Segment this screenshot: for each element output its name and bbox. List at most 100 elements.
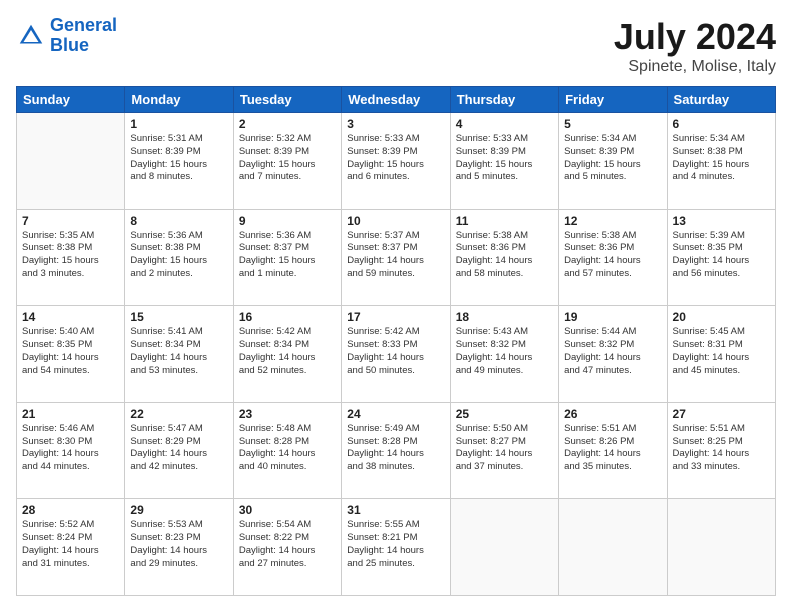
calendar-cell: 20 Sunrise: 5:45 AM Sunset: 8:31 PM Dayli…	[667, 306, 775, 403]
week-row-0: 1 Sunrise: 5:31 AM Sunset: 8:39 PM Daylig…	[17, 113, 776, 210]
calendar-cell: 14 Sunrise: 5:40 AM Sunset: 8:35 PM Dayli…	[17, 306, 125, 403]
calendar-cell: 30 Sunrise: 5:54 AM Sunset: 8:22 PM Dayli…	[233, 499, 341, 596]
day-info: Sunrise: 5:37 AM Sunset: 8:37 PM Dayligh…	[347, 230, 444, 281]
weekday-monday: Monday	[125, 87, 233, 113]
day-number: 25	[456, 407, 553, 421]
day-info: Sunrise: 5:34 AM Sunset: 8:39 PM Dayligh…	[564, 133, 661, 184]
day-info: Sunrise: 5:31 AM Sunset: 8:39 PM Dayligh…	[130, 133, 227, 184]
calendar-cell: 18 Sunrise: 5:43 AM Sunset: 8:32 PM Dayli…	[450, 306, 558, 403]
day-info: Sunrise: 5:45 AM Sunset: 8:31 PM Dayligh…	[673, 326, 770, 377]
day-number: 10	[347, 214, 444, 228]
day-number: 16	[239, 310, 336, 324]
day-number: 5	[564, 117, 661, 131]
day-info: Sunrise: 5:32 AM Sunset: 8:39 PM Dayligh…	[239, 133, 336, 184]
calendar-cell: 31 Sunrise: 5:55 AM Sunset: 8:21 PM Dayli…	[342, 499, 450, 596]
logo-icon	[16, 21, 46, 51]
calendar-cell: 10 Sunrise: 5:37 AM Sunset: 8:37 PM Dayli…	[342, 209, 450, 306]
week-row-1: 7 Sunrise: 5:35 AM Sunset: 8:38 PM Daylig…	[17, 209, 776, 306]
day-info: Sunrise: 5:54 AM Sunset: 8:22 PM Dayligh…	[239, 519, 336, 570]
title-block: July 2024 Spinete, Molise, Italy	[614, 16, 776, 76]
day-info: Sunrise: 5:36 AM Sunset: 8:38 PM Dayligh…	[130, 230, 227, 281]
location: Spinete, Molise, Italy	[614, 58, 776, 76]
calendar-body: 1 Sunrise: 5:31 AM Sunset: 8:39 PM Daylig…	[17, 113, 776, 596]
day-number: 1	[130, 117, 227, 131]
weekday-thursday: Thursday	[450, 87, 558, 113]
weekday-friday: Friday	[559, 87, 667, 113]
calendar-cell: 13Sunrise: 5:39 AM Sunset: 8:35 PM Dayli…	[667, 209, 775, 306]
calendar-cell	[559, 499, 667, 596]
calendar-cell: 21Sunrise: 5:46 AM Sunset: 8:30 PM Dayli…	[17, 402, 125, 499]
calendar-cell: 25 Sunrise: 5:50 AM Sunset: 8:27 PM Dayli…	[450, 402, 558, 499]
day-info: Sunrise: 5:47 AM Sunset: 8:29 PM Dayligh…	[130, 423, 227, 474]
day-number: 24	[347, 407, 444, 421]
calendar-cell: 12Sunrise: 5:38 AM Sunset: 8:36 PM Dayli…	[559, 209, 667, 306]
weekday-wednesday: Wednesday	[342, 87, 450, 113]
day-number: 11	[456, 214, 553, 228]
day-number: 9	[239, 214, 336, 228]
logo-text: General Blue	[50, 16, 117, 56]
day-info: Sunrise: 5:49 AM Sunset: 8:28 PM Dayligh…	[347, 423, 444, 474]
calendar-cell: 7 Sunrise: 5:35 AM Sunset: 8:38 PM Daylig…	[17, 209, 125, 306]
day-info: Sunrise: 5:39 AM Sunset: 8:35 PM Dayligh…	[673, 230, 770, 281]
day-info: Sunrise: 5:36 AM Sunset: 8:37 PM Dayligh…	[239, 230, 336, 281]
day-number: 21	[22, 407, 119, 421]
day-number: 23	[239, 407, 336, 421]
day-info: Sunrise: 5:55 AM Sunset: 8:21 PM Dayligh…	[347, 519, 444, 570]
week-row-2: 14 Sunrise: 5:40 AM Sunset: 8:35 PM Dayli…	[17, 306, 776, 403]
calendar-cell	[667, 499, 775, 596]
weekday-sunday: Sunday	[17, 87, 125, 113]
day-number: 6	[673, 117, 770, 131]
day-number: 14	[22, 310, 119, 324]
day-number: 31	[347, 503, 444, 517]
calendar-cell: 19Sunrise: 5:44 AM Sunset: 8:32 PM Dayli…	[559, 306, 667, 403]
calendar-cell: 24 Sunrise: 5:49 AM Sunset: 8:28 PM Dayli…	[342, 402, 450, 499]
calendar-cell: 8 Sunrise: 5:36 AM Sunset: 8:38 PM Daylig…	[125, 209, 233, 306]
day-info: Sunrise: 5:42 AM Sunset: 8:34 PM Dayligh…	[239, 326, 336, 377]
day-number: 18	[456, 310, 553, 324]
day-number: 27	[673, 407, 770, 421]
calendar-cell	[17, 113, 125, 210]
day-info: Sunrise: 5:51 AM Sunset: 8:26 PM Dayligh…	[564, 423, 661, 474]
month-title: July 2024	[614, 16, 776, 58]
day-number: 2	[239, 117, 336, 131]
day-number: 7	[22, 214, 119, 228]
day-info: Sunrise: 5:52 AM Sunset: 8:24 PM Dayligh…	[22, 519, 119, 570]
calendar-cell: 15Sunrise: 5:41 AM Sunset: 8:34 PM Dayli…	[125, 306, 233, 403]
calendar-cell: 4Sunrise: 5:33 AM Sunset: 8:39 PM Daylig…	[450, 113, 558, 210]
day-info: Sunrise: 5:51 AM Sunset: 8:25 PM Dayligh…	[673, 423, 770, 474]
day-info: Sunrise: 5:33 AM Sunset: 8:39 PM Dayligh…	[347, 133, 444, 184]
day-number: 30	[239, 503, 336, 517]
logo-general: General	[50, 15, 117, 35]
day-info: Sunrise: 5:40 AM Sunset: 8:35 PM Dayligh…	[22, 326, 119, 377]
day-info: Sunrise: 5:42 AM Sunset: 8:33 PM Dayligh…	[347, 326, 444, 377]
calendar-cell: 9 Sunrise: 5:36 AM Sunset: 8:37 PM Daylig…	[233, 209, 341, 306]
day-info: Sunrise: 5:53 AM Sunset: 8:23 PM Dayligh…	[130, 519, 227, 570]
week-row-4: 28 Sunrise: 5:52 AM Sunset: 8:24 PM Dayli…	[17, 499, 776, 596]
day-number: 20	[673, 310, 770, 324]
day-info: Sunrise: 5:44 AM Sunset: 8:32 PM Dayligh…	[564, 326, 661, 377]
calendar-cell: 23 Sunrise: 5:48 AM Sunset: 8:28 PM Dayli…	[233, 402, 341, 499]
weekday-header-row: SundayMondayTuesdayWednesdayThursdayFrid…	[17, 87, 776, 113]
calendar-cell: 29 Sunrise: 5:53 AM Sunset: 8:23 PM Dayli…	[125, 499, 233, 596]
calendar-cell: 26Sunrise: 5:51 AM Sunset: 8:26 PM Dayli…	[559, 402, 667, 499]
day-info: Sunrise: 5:35 AM Sunset: 8:38 PM Dayligh…	[22, 230, 119, 281]
weekday-tuesday: Tuesday	[233, 87, 341, 113]
day-number: 28	[22, 503, 119, 517]
calendar-cell: 16 Sunrise: 5:42 AM Sunset: 8:34 PM Dayli…	[233, 306, 341, 403]
calendar-table: SundayMondayTuesdayWednesdayThursdayFrid…	[16, 86, 776, 596]
calendar-cell: 2 Sunrise: 5:32 AM Sunset: 8:39 PM Daylig…	[233, 113, 341, 210]
weekday-saturday: Saturday	[667, 87, 775, 113]
week-row-3: 21Sunrise: 5:46 AM Sunset: 8:30 PM Dayli…	[17, 402, 776, 499]
day-info: Sunrise: 5:43 AM Sunset: 8:32 PM Dayligh…	[456, 326, 553, 377]
calendar-cell: 11Sunrise: 5:38 AM Sunset: 8:36 PM Dayli…	[450, 209, 558, 306]
day-info: Sunrise: 5:50 AM Sunset: 8:27 PM Dayligh…	[456, 423, 553, 474]
day-info: Sunrise: 5:41 AM Sunset: 8:34 PM Dayligh…	[130, 326, 227, 377]
day-number: 8	[130, 214, 227, 228]
day-number: 29	[130, 503, 227, 517]
page: General Blue July 2024 Spinete, Molise, …	[0, 0, 792, 612]
logo: General Blue	[16, 16, 117, 56]
day-info: Sunrise: 5:48 AM Sunset: 8:28 PM Dayligh…	[239, 423, 336, 474]
day-info: Sunrise: 5:38 AM Sunset: 8:36 PM Dayligh…	[564, 230, 661, 281]
logo-blue: Blue	[50, 35, 89, 55]
calendar-cell: 6Sunrise: 5:34 AM Sunset: 8:38 PM Daylig…	[667, 113, 775, 210]
